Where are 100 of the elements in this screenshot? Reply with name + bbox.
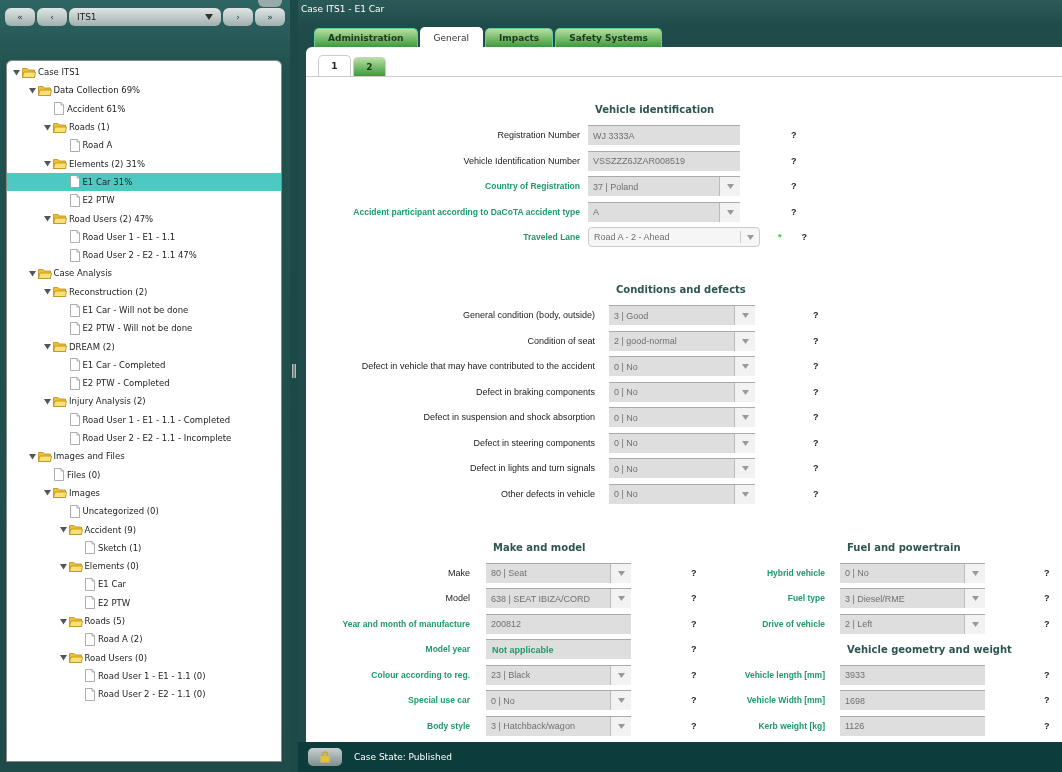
tree-item[interactable]: Reconstruction (2) [7,282,281,301]
expand-icon[interactable] [59,617,67,625]
tab[interactable]: 2 [353,57,386,76]
tree-item[interactable]: Road Users (0) [7,648,281,667]
expand-icon[interactable] [28,452,36,460]
help-link[interactable]: ? [801,232,807,243]
tree-item[interactable]: E2 PTW - Completed [7,374,281,393]
first-button[interactable]: « [5,8,35,26]
help-link[interactable]: ? [813,361,819,372]
help-link[interactable]: ? [691,669,697,680]
expand-icon[interactable] [59,654,67,662]
tree-item[interactable]: E1 Car - Will not be done [7,300,281,320]
tree-item[interactable]: Roads (5) [7,611,281,631]
help-link[interactable]: ? [1044,618,1050,629]
collapse-handle[interactable] [258,0,282,7]
select-field[interactable]: 23 | Black [486,664,631,685]
help-link[interactable]: ? [691,593,697,604]
help-link[interactable]: ? [813,335,819,346]
tree-item[interactable]: Road User 1 - E1 - 1.1 - Completed [7,410,281,429]
expand-icon[interactable] [13,68,20,76]
tree-item[interactable]: Images [7,483,281,503]
help-link[interactable]: ? [813,386,819,397]
tree-item[interactable]: Injury Analysis (2) [7,392,281,411]
help-link[interactable]: ? [813,412,819,423]
tree-item[interactable]: Road User 1 - E1 - 1.1 (0) [7,666,281,686]
tree-item[interactable]: Road User 1 - E1 - 1.1 [7,227,281,246]
tree-item[interactable]: Elements (0) [7,557,281,576]
select-field[interactable]: 0 | No [609,458,755,479]
text-field[interactable]: VSSZZZ6JZAR008519 [588,150,740,171]
tree-item[interactable]: Sketch (1) [7,538,281,557]
help-link[interactable]: ? [691,695,697,706]
tree-item[interactable]: Road User 2 - E2 - 1.1 - Incomplete [7,428,281,448]
expand-icon[interactable] [44,215,51,222]
select-field[interactable]: 0 | No [840,562,985,583]
help-link[interactable]: ? [791,181,797,192]
select-field[interactable]: A [588,201,740,222]
tab[interactable]: Impacts [485,28,554,47]
help-link[interactable]: ? [813,488,819,499]
tree-item[interactable]: Road User 2 - E2 - 1.1 (0) [7,685,281,704]
expand-icon[interactable] [44,489,51,497]
help-link[interactable]: ? [813,310,819,321]
last-button[interactable]: » [255,8,285,26]
help-link[interactable]: ? [1044,695,1050,706]
tree-item[interactable]: Files (0) [7,465,281,484]
help-link[interactable]: ? [691,618,697,629]
tree-item[interactable]: DREAM (2) [7,337,281,356]
expand-icon[interactable] [44,160,51,168]
select-field[interactable]: 2 | Left [840,613,985,634]
help-link[interactable]: ? [813,437,819,448]
previous-button[interactable]: ‹ [37,8,67,26]
expand-icon[interactable] [59,526,67,534]
tree-item[interactable]: Uncategorized (0) [7,502,281,521]
select-field[interactable]: 638 | SEAT IBIZA/CORD [486,588,631,609]
text-field[interactable]: 3933 [840,664,985,685]
select-field[interactable]: 37 | Poland [588,176,740,197]
help-link[interactable]: ? [1044,720,1050,731]
lock-button[interactable] [308,748,342,766]
case-dropdown[interactable]: ITS1 [69,8,221,26]
text-field[interactable]: WJ 3333A [588,125,740,146]
help-link[interactable]: ? [791,155,797,166]
select-field[interactable]: 0 | No [609,432,755,453]
help-link[interactable]: ? [691,644,697,655]
text-field[interactable]: 1698 [840,690,985,711]
expand-icon[interactable] [44,288,51,296]
tab[interactable]: Administration [314,28,418,47]
select-field[interactable]: 0 | No [609,381,755,402]
splitter-grip-icon[interactable] [292,364,296,378]
tree-item[interactable]: Case Analysis [7,264,281,283]
tree-item[interactable]: E1 Car - Completed [7,355,281,375]
select-field[interactable]: 80 | Seat [486,562,631,583]
tree-item[interactable]: E2 PTW - Will not be done [7,319,281,338]
select-field[interactable]: 0 | No [486,690,631,711]
help-link[interactable]: ? [1044,593,1050,604]
tree-item[interactable]: E2 PTW [7,191,281,210]
select-field[interactable]: 0 | No [609,483,755,504]
tree-item[interactable]: E1 Car [7,575,281,594]
select-field[interactable]: 3 | Good [609,305,755,326]
help-link[interactable]: ? [691,720,697,731]
tree-item[interactable]: Road Users (2) 47% [7,209,281,228]
tree-item[interactable]: Elements (2) 31% [7,154,281,173]
help-link[interactable]: ? [791,130,797,141]
expand-icon[interactable] [59,562,67,570]
tree-item[interactable]: Accident (9) [7,520,281,539]
tree-item[interactable]: Road A [7,136,281,155]
tree-item[interactable]: E1 Car 31% [7,172,281,192]
help-link[interactable]: ? [691,567,697,578]
select-field[interactable]: 0 | No [609,407,755,428]
tree-item[interactable]: Road A (2) [7,630,281,649]
tab[interactable]: Safety Systems [555,28,662,47]
select-field[interactable]: 3 | Diesel/RME [840,588,985,609]
select-field[interactable]: 0 | No [609,356,755,377]
expand-icon[interactable] [44,398,51,405]
select-field[interactable]: 3 | Hatchback/wagon [486,715,631,736]
tree-item[interactable]: Roads (1) [7,117,281,137]
tree-item[interactable]: Data Collection 69% [7,81,281,100]
help-link[interactable]: ? [1044,567,1050,578]
expand-icon[interactable] [28,86,36,94]
tree-item[interactable]: Case ITS1 [7,63,281,82]
help-link[interactable]: ? [813,463,819,474]
combo-field[interactable]: Road A - 2 - Ahead [588,227,760,248]
